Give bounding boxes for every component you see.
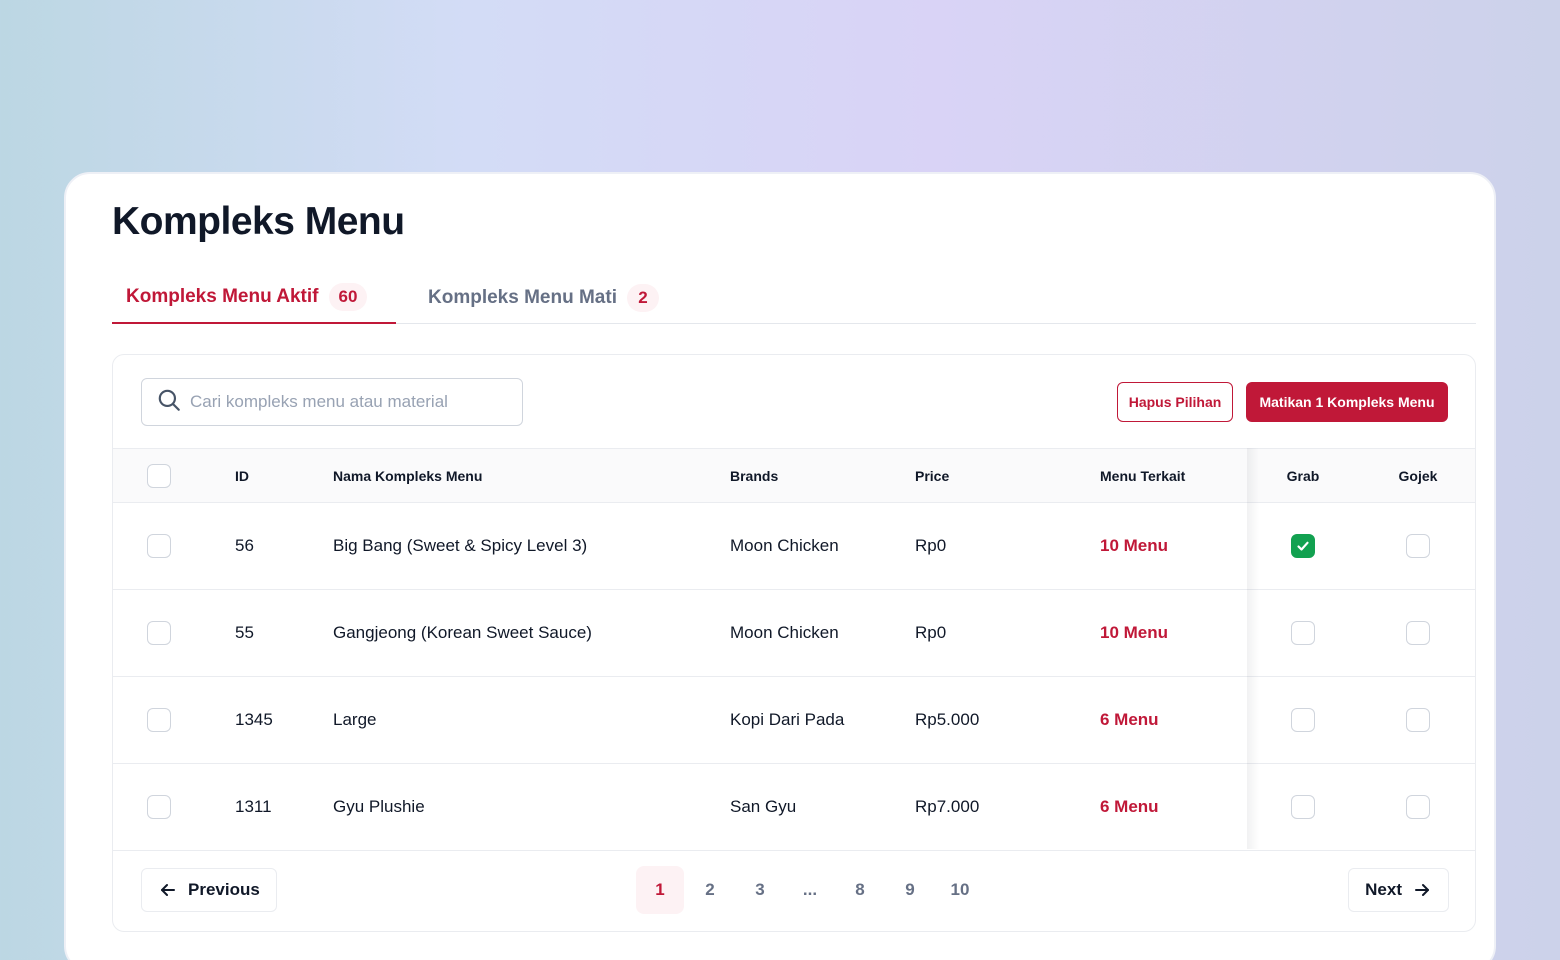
row-name: Gyu Plushie — [333, 797, 425, 816]
page-3-button[interactable]: 3 — [736, 866, 784, 914]
row-select-checkbox[interactable] — [147, 708, 171, 732]
column-header-price[interactable]: Price — [915, 449, 949, 502]
grab-checkbox[interactable] — [1291, 534, 1315, 558]
row-menu-terkait-link[interactable]: 6 Menu — [1100, 677, 1159, 763]
row-brand: Moon Chicken — [730, 536, 839, 555]
row-menu-terkait-link[interactable]: 10 Menu — [1100, 503, 1168, 589]
tab-kompleks-menu-aktif[interactable]: Kompleks Menu Aktif 60 — [112, 272, 396, 324]
page-ellipsis: ... — [802, 880, 818, 899]
row-id: 1345 — [235, 710, 273, 729]
tab-bar: Kompleks Menu Aktif 60 Kompleks Menu Mat… — [112, 272, 1476, 324]
column-header-grab: Grab — [1286, 467, 1320, 484]
table-panel: Hapus Pilihan Matikan 1 Kompleks Menu ID… — [112, 354, 1476, 932]
page-8-button[interactable]: 8 — [836, 866, 884, 914]
grab-checkbox[interactable] — [1291, 708, 1315, 732]
row-name: Gangjeong (Korean Sweet Sauce) — [333, 623, 592, 642]
table-header-row: ID Nama Kompleks Menu Brands Price Menu … — [113, 448, 1475, 502]
search-input[interactable] — [190, 392, 510, 412]
page-1-button[interactable]: 1 — [636, 866, 684, 914]
kompleks-menu-card: Kompleks Menu Kompleks Menu Aktif 60 Kom… — [64, 172, 1496, 960]
table-row: 1345 Large Kopi Dari Pada Rp5.000 6 Menu — [113, 676, 1475, 763]
grab-checkbox[interactable] — [1291, 795, 1315, 819]
row-name: Big Bang (Sweet & Spicy Level 3) — [333, 536, 588, 555]
table-row: 55 Gangjeong (Korean Sweet Sauce) Moon C… — [113, 589, 1475, 676]
row-price: Rp0 — [915, 536, 947, 555]
column-header-gojek: Gojek — [1398, 467, 1438, 484]
page-2-button[interactable]: 2 — [686, 866, 734, 914]
row-menu-terkait-link[interactable]: 6 Menu — [1100, 764, 1159, 850]
table-row: 1311 Gyu Plushie San Gyu Rp7.000 6 Menu — [113, 763, 1475, 850]
search-box[interactable] — [141, 378, 523, 426]
row-brand: San Gyu — [730, 797, 797, 816]
page-title: Kompleks Menu — [112, 200, 405, 243]
tab-label: Kompleks Menu Mati — [428, 287, 617, 308]
previous-page-button[interactable]: Previous — [141, 868, 277, 912]
column-header-brands[interactable]: Brands — [730, 449, 778, 502]
gojek-checkbox[interactable] — [1406, 795, 1430, 819]
tab-count-badge: 60 — [328, 283, 368, 311]
row-price: Rp5.000 — [915, 710, 980, 729]
deactivate-button[interactable]: Matikan 1 Kompleks Menu — [1246, 382, 1448, 422]
table-row: 56 Big Bang (Sweet & Spicy Level 3) Moon… — [113, 502, 1475, 589]
row-price: Rp0 — [915, 623, 947, 642]
column-header-menu-terkait[interactable]: Menu Terkait — [1100, 449, 1185, 502]
gojek-checkbox[interactable] — [1406, 708, 1430, 732]
next-page-button[interactable]: Next — [1348, 868, 1449, 912]
next-label: Next — [1365, 880, 1402, 899]
page-9-button[interactable]: 9 — [886, 866, 934, 914]
search-icon — [156, 387, 182, 418]
tab-kompleks-menu-mati[interactable]: Kompleks Menu Mati 2 — [412, 272, 659, 324]
arrow-right-icon — [1415, 884, 1429, 896]
select-all-checkbox[interactable] — [147, 463, 171, 488]
gojek-checkbox[interactable] — [1406, 621, 1430, 645]
row-price: Rp7.000 — [915, 797, 980, 816]
tab-count-badge: 2 — [626, 284, 659, 312]
row-menu-terkait-link[interactable]: 10 Menu — [1100, 590, 1168, 676]
arrow-left-icon — [161, 884, 175, 896]
row-id: 55 — [235, 623, 254, 642]
row-id: 56 — [235, 536, 254, 555]
row-select-checkbox[interactable] — [147, 534, 171, 558]
row-select-checkbox[interactable] — [147, 795, 171, 819]
page-numbers: 1 2 3 ... 8 9 10 — [636, 866, 984, 914]
page-10-button[interactable]: 10 — [936, 866, 984, 914]
row-name: Large — [333, 710, 377, 729]
row-id: 1311 — [235, 797, 272, 816]
column-header-id[interactable]: ID — [235, 449, 249, 502]
row-select-checkbox[interactable] — [147, 621, 171, 645]
check-icon — [1297, 541, 1309, 551]
clear-selection-button[interactable]: Hapus Pilihan — [1117, 382, 1233, 422]
row-brand: Moon Chicken — [730, 623, 839, 642]
row-brand: Kopi Dari Pada — [730, 710, 845, 729]
tab-label: Kompleks Menu Aktif — [126, 286, 319, 307]
pagination: Previous 1 2 3 ... 8 9 10 Next — [113, 850, 1475, 931]
grab-checkbox[interactable] — [1291, 621, 1315, 645]
previous-label: Previous — [188, 880, 260, 899]
gojek-checkbox[interactable] — [1406, 534, 1430, 558]
kompleks-menu-table: ID Nama Kompleks Menu Brands Price Menu … — [113, 448, 1475, 850]
column-header-name[interactable]: Nama Kompleks Menu — [333, 449, 482, 502]
